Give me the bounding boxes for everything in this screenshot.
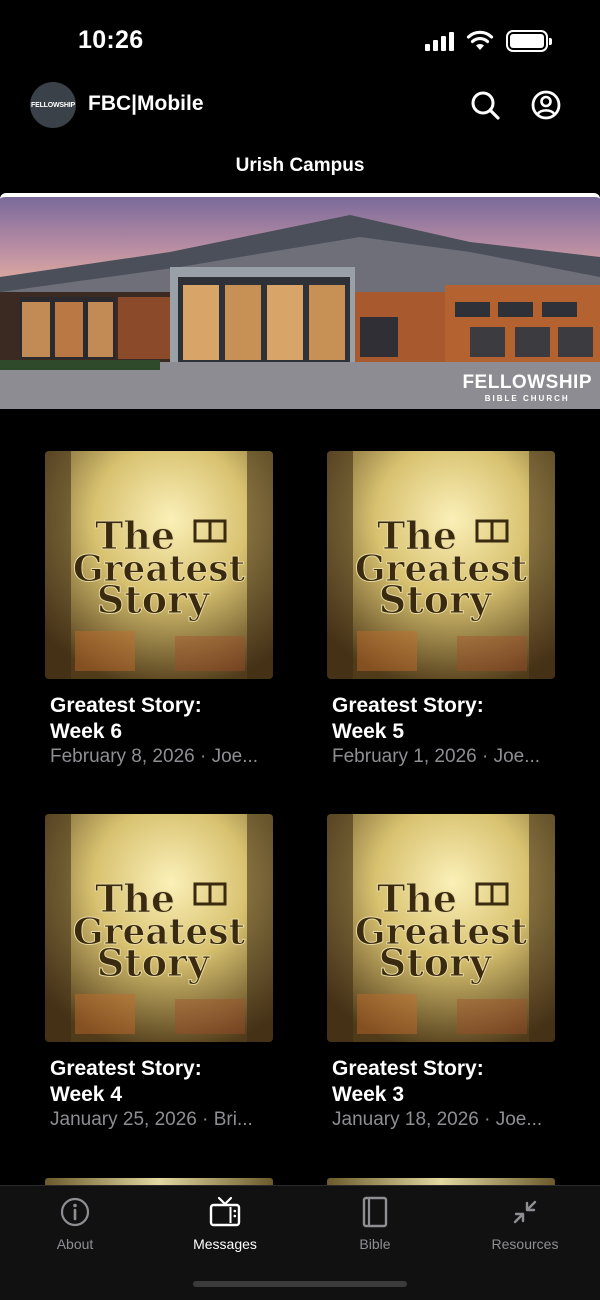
message-artwork: The Greatest Story <box>45 814 273 1042</box>
message-card[interactable]: The Greatest Story Greatest Story: Week … <box>45 814 275 1131</box>
info-icon <box>60 1197 90 1227</box>
greatest-story-artwork: The Greatest Story <box>45 451 273 679</box>
search-icon[interactable] <box>468 88 502 122</box>
tab-messages[interactable]: Messages <box>150 1194 300 1252</box>
app-logo-text: FELLOWSHIP <box>31 101 75 109</box>
campus-banner-image: FELLOWSHIP BIBLE CHURCH <box>0 193 600 409</box>
message-title-line-2: Week 4 <box>50 1083 122 1106</box>
message-title-line-2: Week 5 <box>332 720 404 743</box>
app-logo: FELLOWSHIP <box>30 82 76 128</box>
tab-label: Bible <box>359 1236 391 1252</box>
message-meta: January 18, 2026 · Joe... <box>332 1109 543 1130</box>
battery-icon <box>506 30 552 52</box>
message-title: Greatest Story: Week 4 <box>45 1056 275 1108</box>
book-icon <box>362 1196 388 1228</box>
cellular-signal-icon <box>425 31 454 51</box>
greatest-story-artwork: The Greatest Story <box>45 814 273 1042</box>
account-icon[interactable] <box>529 88 563 122</box>
banner-brand-logo: FELLOWSHIP BIBLE CHURCH <box>462 372 592 403</box>
message-meta: January 25, 2026 · Bri... <box>50 1109 253 1130</box>
message-title-line-2: Week 6 <box>50 720 122 743</box>
banner-brand-name: FELLOWSHIP <box>462 372 592 393</box>
message-meta: February 8, 2026 · Joe... <box>50 746 259 767</box>
message-title-line-1: Greatest Story: <box>50 1057 202 1080</box>
message-title: Greatest Story: Week 6 <box>45 693 275 745</box>
status-bar: 10:26 <box>0 0 600 80</box>
message-artwork: The Greatest Story <box>327 814 555 1042</box>
message-title: Greatest Story: Week 5 <box>327 693 557 745</box>
status-icons <box>425 30 552 52</box>
message-artwork: The Greatest Story <box>45 451 273 679</box>
message-artwork: The Greatest Story <box>327 451 555 679</box>
app-title: FBC|Mobile <box>88 92 204 115</box>
artwork-line-3: Story <box>97 940 210 985</box>
tab-label: About <box>56 1236 94 1252</box>
message-title: Greatest Story: Week 3 <box>327 1056 557 1108</box>
message-card[interactable]: The Greatest Story Greatest Story: Week … <box>327 814 557 1131</box>
app-header: FELLOWSHIP FBC|Mobile <box>0 82 600 132</box>
message-meta: February 1, 2026 · Joe... <box>332 746 541 767</box>
artwork-line-3: Story <box>97 577 210 622</box>
tab-resources[interactable]: Resources <box>450 1194 600 1252</box>
tab-label: Messages <box>193 1236 257 1252</box>
tv-icon <box>209 1196 241 1227</box>
message-title-line-2: Week 3 <box>332 1083 404 1106</box>
greatest-story-artwork: The Greatest Story <box>327 451 555 679</box>
message-title-line-1: Greatest Story: <box>332 694 484 717</box>
message-title-line-1: Greatest Story: <box>50 694 202 717</box>
collapse-arrows-icon <box>513 1200 537 1224</box>
artwork-line-3: Story <box>379 577 492 622</box>
tab-about[interactable]: About <box>0 1194 150 1252</box>
message-card[interactable]: The Greatest Story Greatest Story: Week … <box>327 451 557 768</box>
tab-label: Resources <box>491 1236 559 1252</box>
home-indicator[interactable] <box>193 1281 407 1287</box>
artwork-line-3: Story <box>379 940 492 985</box>
message-title-line-1: Greatest Story: <box>332 1057 484 1080</box>
tab-bible[interactable]: Bible <box>300 1194 450 1252</box>
campus-title: Urish Campus <box>235 155 365 176</box>
wifi-icon <box>466 30 494 50</box>
banner-brand-subtitle: BIBLE CHURCH <box>484 394 570 403</box>
status-time: 10:26 <box>78 26 144 54</box>
greatest-story-artwork: The Greatest Story <box>327 814 555 1042</box>
message-card[interactable]: The Greatest Story Greatest Story: Week … <box>45 451 275 768</box>
